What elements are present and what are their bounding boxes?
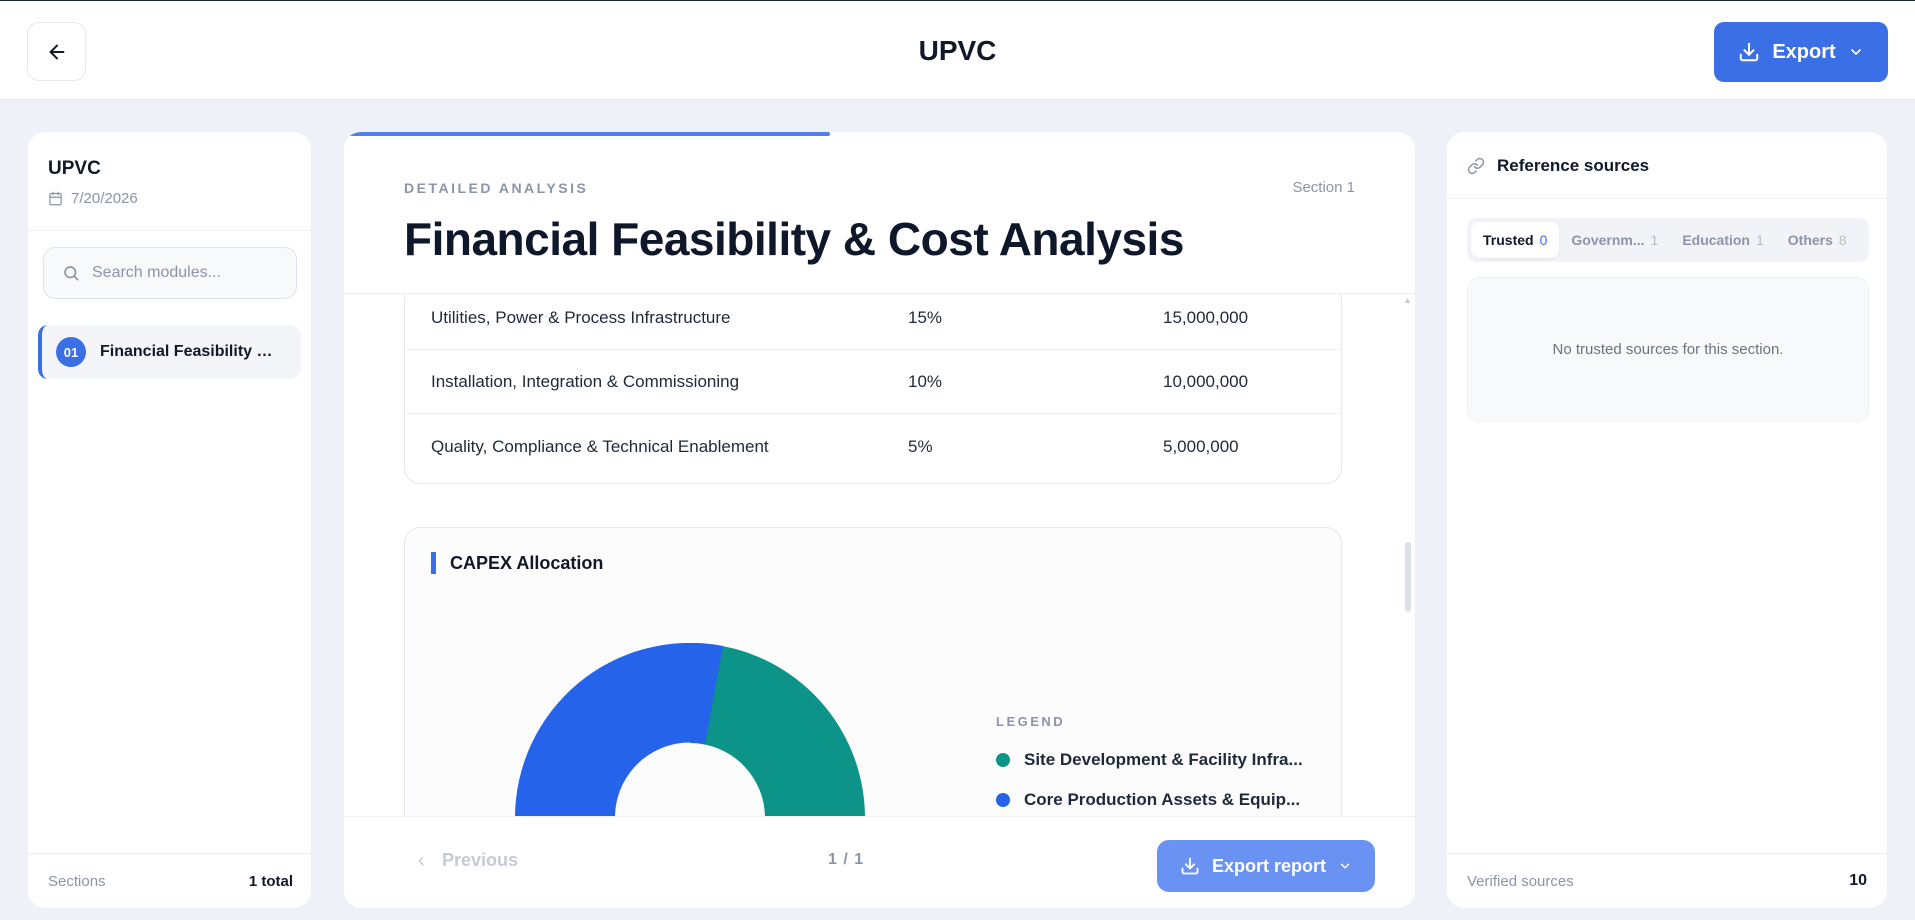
scrollbar-thumb[interactable] [1405, 542, 1411, 612]
sidebar-footer: Sections 1 total [28, 853, 311, 908]
legend-label: Site Development & Facility Infra... [1024, 750, 1303, 769]
export-report-label: Export report [1211, 855, 1326, 876]
table-row: Utilities, Power & Process Infrastructur… [405, 294, 1341, 350]
tab-education[interactable]: Education 1 [1670, 222, 1775, 258]
scroll-up-arrow-icon[interactable]: ▲ [1403, 295, 1412, 305]
export-report-button[interactable]: Export report [1157, 840, 1375, 892]
tab-trusted[interactable]: Trusted 0 [1471, 222, 1560, 258]
table-row: Installation, Integration & Commissionin… [405, 351, 1341, 414]
calendar-icon [49, 191, 62, 206]
legend-title: LEGEND [996, 714, 1066, 729]
capex-donut-chart [515, 643, 865, 816]
capex-table: Utilities, Power & Process Infrastructur… [404, 294, 1342, 484]
chart-title: CAPEX Allocation [431, 552, 603, 574]
search-box[interactable] [43, 247, 297, 299]
download-icon [1181, 857, 1199, 875]
table-cell-amount: 15,000,000 [1163, 308, 1249, 327]
project-date: 7/20/2026 [48, 190, 138, 207]
reference-sources-header: Reference sources [1467, 156, 1649, 176]
project-title: UPVC [48, 158, 101, 179]
modules-sidebar: UPVC 7/20/2026 01 Financial Feasibility … [27, 131, 312, 909]
section-tag: Section 1 [1292, 179, 1355, 196]
chevron-down-icon [1340, 863, 1350, 869]
content-scroll-area[interactable]: Utilities, Power & Process Infrastructur… [344, 294, 1415, 816]
references-footer: Verified sources 10 [1447, 853, 1887, 908]
module-item-financial-feasibility[interactable]: 01 Financial Feasibility & ... [38, 325, 301, 379]
pie-slice-core-production [515, 643, 723, 816]
legend-dot [996, 793, 1010, 807]
link-icon [1467, 157, 1485, 175]
export-label: Export [1772, 40, 1836, 63]
tab-others[interactable]: Others 8 [1776, 222, 1859, 258]
legend-item: Site Development & Facility Infra... [996, 750, 1303, 770]
sections-label: Sections [48, 872, 106, 890]
divider [28, 230, 311, 231]
export-button[interactable]: Export [1714, 22, 1888, 82]
app-title: UPVC [918, 35, 997, 66]
tab-count: 0 [1539, 232, 1548, 248]
section-eyebrow: DETAILED ANALYSIS [404, 180, 589, 196]
previous-label: Previous [442, 850, 519, 870]
table-cell-amount: 10,000,000 [1163, 372, 1249, 391]
tab-label: Governm... [1571, 232, 1645, 248]
divider [1447, 198, 1887, 199]
chevron-left-icon [418, 856, 424, 865]
table-cell-amount: 5,000,000 [1163, 436, 1239, 456]
verified-sources-label: Verified sources [1467, 872, 1574, 890]
content-panel: DETAILED ANALYSIS Section 1 Financial Fe… [343, 131, 1416, 909]
tab-count: 8 [1838, 232, 1847, 248]
progress-fill [348, 132, 830, 136]
table-row: Quality, Compliance & Technical Enableme… [405, 415, 1341, 478]
table-cell-category: Quality, Compliance & Technical Enableme… [431, 436, 769, 456]
table-cell-share: 10% [908, 372, 943, 391]
section-heading: Financial Feasibility & Cost Analysis [404, 213, 1184, 265]
search-input[interactable] [92, 264, 282, 282]
module-number-badge: 01 [56, 337, 86, 367]
source-tabs: Trusted 0 Governm... 1 Education 1 Other… [1467, 218, 1869, 262]
tab-government[interactable]: Governm... 1 [1559, 222, 1670, 258]
content-footer: Previous 1 / 1 Export report [344, 816, 1415, 908]
tab-count: 1 [1755, 232, 1764, 248]
verified-sources-count: 10 [1849, 872, 1867, 889]
page-indicator: 1 / 1 [828, 851, 865, 868]
download-icon [1740, 42, 1759, 62]
table-cell-share: 5% [908, 436, 933, 456]
table-cell-category: Installation, Integration & Commissionin… [431, 372, 740, 391]
module-label: Financial Feasibility & ... [100, 343, 280, 360]
legend-dot [996, 753, 1010, 767]
table-cell-category: Utilities, Power & Process Infrastructur… [431, 308, 731, 327]
search-icon [64, 266, 79, 281]
date-text: 7/20/2026 [71, 190, 138, 207]
empty-state: No trusted sources for this section. [1467, 277, 1869, 422]
reading-progress [344, 132, 1415, 136]
previous-button[interactable]: Previous [414, 850, 518, 871]
capex-chart-card: CAPEX Allocation LEGEND Site Development… [404, 527, 1342, 816]
legend-item: Core Production Assets & Equip... [996, 790, 1300, 810]
legend-label: Core Production Assets & Equip... [1024, 790, 1301, 809]
sections-count: 1 total [248, 872, 293, 890]
chevron-down-icon [1850, 49, 1861, 55]
tab-label: Others [1787, 232, 1833, 248]
reference-sources-panel: Reference sources Trusted 0 Governm... 1… [1446, 131, 1888, 909]
tab-count: 1 [1650, 232, 1659, 248]
top-bar: UPVC Export [0, 0, 1915, 100]
reference-sources-title: Reference sources [1497, 156, 1650, 175]
tab-label: Trusted [1483, 232, 1534, 248]
table-cell-share: 15% [908, 308, 943, 327]
tab-label: Education [1682, 232, 1750, 248]
